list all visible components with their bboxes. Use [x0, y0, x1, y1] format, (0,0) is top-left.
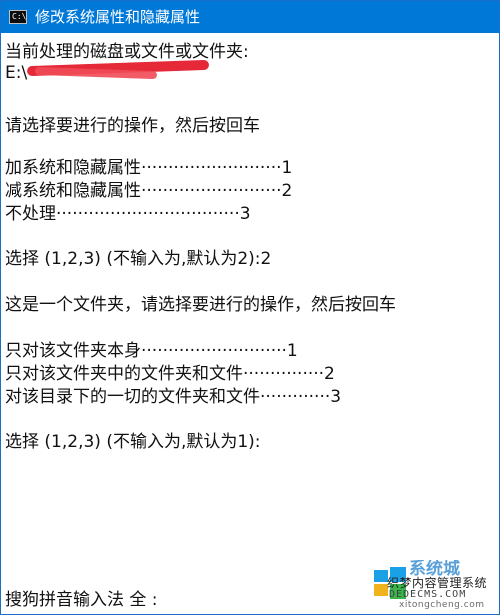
console-line: 当前处理的磁盘或文件或文件夹:	[5, 42, 249, 62]
console-line: 这是一个文件夹，请选择要进行的操作，然后按回车	[5, 295, 396, 315]
title-bar[interactable]: C:\ 修改系统属性和隐藏属性	[1, 1, 499, 33]
console-window: C:\ 修改系统属性和隐藏属性 当前处理的磁盘或文件或文件夹: E:\ 请选择要…	[0, 0, 500, 615]
console-line: 只对该文件夹本身···························1	[5, 341, 298, 361]
console-line: 对该目录下的一切的文件夹和文件·············3	[5, 387, 342, 407]
console-line: 加系统和隐藏属性··························1	[5, 158, 293, 178]
window-title: 修改系统属性和隐藏属性	[35, 8, 201, 26]
watermark-subtitle: 织梦内容管理系统	[387, 576, 488, 590]
console-line: 只对该文件夹中的文件夹和文件···············2	[5, 364, 335, 384]
console-line: 请选择要进行的操作，然后按回车	[5, 116, 260, 136]
site-watermark: 系统城 织梦内容管理系统 DEDECMS.COM xitongcheng.com	[371, 560, 499, 614]
console-line: E:\	[5, 63, 28, 83]
console-line: 选择 (1,2,3) (不输入为,默认为1):	[5, 432, 261, 452]
console-line: 选择 (1,2,3) (不输入为,默认为2):2	[5, 249, 272, 269]
console-line: 减系统和隐藏属性··························2	[5, 181, 293, 201]
console-line: 不处理··································3	[5, 204, 251, 224]
watermark-url-secondary: xitongcheng.com	[399, 600, 485, 610]
console-output[interactable]: 当前处理的磁盘或文件或文件夹: E:\ 请选择要进行的操作，然后按回车 加系统和…	[1, 33, 499, 614]
command-prompt-icon: C:\	[9, 10, 27, 24]
ime-status-line: 搜狗拼音输入法 全 :	[5, 590, 158, 610]
